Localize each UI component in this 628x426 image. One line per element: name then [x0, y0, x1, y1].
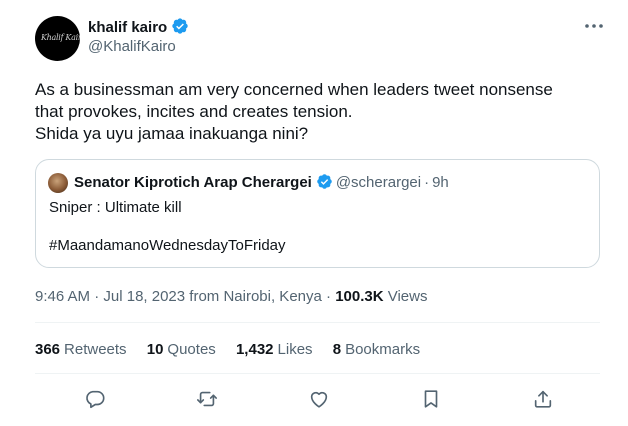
views-count: 100.3K [335, 288, 384, 305]
verified-badge-icon [171, 17, 189, 35]
quoted-tweet-text: Sniper : Ultimate kill [49, 199, 182, 216]
quoted-author-name: Senator Kiprotich Arap Cherargei [74, 174, 312, 191]
quoted-tweet-age: 9h [432, 174, 449, 191]
tweet-stats: 366 Retweets 10 Quotes 1,432 Likes 8 Bookmar… [35, 341, 436, 358]
quoted-tweet-card[interactable]: Senator Kiprotich Arap Cherargei @scherar… [35, 159, 600, 268]
tweet-date-location[interactable]: Jul 18, 2023 from Nairobi, Kenya [103, 288, 321, 305]
quoted-author-handle: @scherargei [335, 174, 422, 191]
like-icon[interactable] [308, 388, 330, 410]
tweet-meta: 9:46 AM · Jul 18, 2023 from Nairobi, Ken… [35, 288, 427, 305]
author-handle[interactable]: @KhalifKairo [88, 38, 176, 55]
retweets-label: Retweets [64, 341, 127, 358]
author-name-text: khalif kairo [88, 19, 168, 36]
retweets-stat[interactable]: 366 Retweets [35, 341, 127, 358]
reply-icon[interactable] [84, 388, 106, 410]
likes-label: Likes [277, 341, 313, 358]
bookmark-icon[interactable] [420, 388, 442, 410]
meta-separator: · [326, 288, 332, 305]
author-avatar[interactable]: Khalif Kairo [35, 16, 80, 61]
author-display-name[interactable]: khalif kairo [88, 17, 189, 36]
divider [35, 322, 600, 323]
meta-separator: · [94, 288, 100, 305]
quoted-tweet-hashtag: #MaandamanoWednesdayToFriday [49, 237, 286, 254]
quoted-separator: · [424, 174, 430, 191]
tweet-line: As a businessman am very concerned when … [35, 80, 553, 99]
verified-badge-icon [316, 173, 333, 190]
quotes-stat[interactable]: 10 Quotes [147, 341, 216, 358]
bookmarks-label: Bookmarks [345, 341, 421, 358]
likes-count: 1,432 [235, 341, 274, 358]
share-icon[interactable] [532, 388, 554, 410]
tweet-text: As a businessman am very concerned when … [35, 79, 595, 145]
avatar-signature: Khalif Kairo [41, 33, 80, 42]
quotes-count: 10 [146, 341, 164, 358]
views-label: Views [387, 288, 428, 305]
bookmarks-stat[interactable]: 8 Bookmarks [333, 341, 420, 358]
bookmarks-count: 8 [332, 341, 342, 358]
likes-stat[interactable]: 1,432 Likes [236, 341, 313, 358]
quotes-label: Quotes [167, 341, 216, 358]
divider [35, 373, 600, 374]
tweet-time[interactable]: 9:46 AM [35, 288, 90, 305]
quoted-author-avatar [48, 173, 68, 193]
retweet-icon[interactable] [196, 388, 218, 410]
more-options-icon[interactable] [582, 16, 606, 36]
retweets-count: 366 [35, 341, 61, 358]
tweet-line: Shida ya uyu jamaa inakuanga nini? [35, 124, 309, 143]
tweet-line: that provokes, incites and creates tensi… [35, 102, 353, 121]
quoted-tweet-header: Senator Kiprotich Arap Cherargei @scherar… [74, 173, 449, 191]
